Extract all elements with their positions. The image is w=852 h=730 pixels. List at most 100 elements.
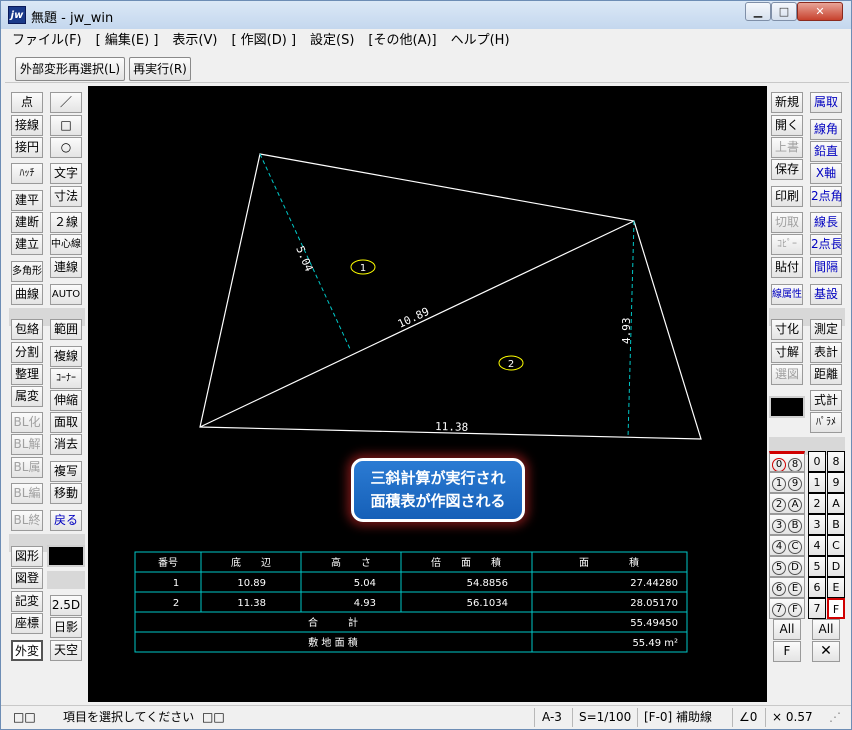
external-reselect-button[interactable]: 外部変形再選択(L) xyxy=(15,57,125,81)
left-line-color-swatch[interactable] xyxy=(47,545,85,567)
layer-c[interactable]: C xyxy=(827,535,845,556)
tool-distance[interactable]: 距離 xyxy=(810,364,842,385)
tool-auto[interactable]: AUTO xyxy=(50,284,82,305)
minimize-button[interactable]: ▁ xyxy=(745,2,771,21)
layer-7[interactable]: 7 xyxy=(808,598,826,619)
tool-save[interactable]: 保存 xyxy=(771,159,803,180)
tool-undo[interactable]: 戻る xyxy=(50,510,82,531)
menu-settings[interactable]: 設定(S) xyxy=(303,30,361,51)
tool-hatch[interactable]: ﾊｯﾁ xyxy=(11,163,43,184)
drawing-canvas[interactable]: 5.04 10.89 4.93 11.38 1 2 番号 底 辺 高 さ 倍 面… xyxy=(88,86,767,702)
tool-base-setting[interactable]: 基設 xyxy=(810,284,842,305)
tool-corner[interactable]: ｺｰﾅｰ xyxy=(50,368,82,389)
layer-b[interactable]: B xyxy=(827,514,845,535)
layer-group-0[interactable]: 08 xyxy=(769,451,805,472)
tool-text[interactable]: 文字 xyxy=(50,163,82,184)
tool-double-line[interactable]: ２線 xyxy=(50,212,82,233)
tool-record-change[interactable]: 記変 xyxy=(11,591,43,612)
tool-envelope[interactable]: 包絡 xyxy=(11,319,43,340)
tool-line-angle[interactable]: 線角 xyxy=(810,119,842,140)
tool-polygon[interactable]: 多角形 xyxy=(11,261,43,282)
status-layer[interactable]: [F-0] 補助線 xyxy=(644,709,712,726)
layer-1[interactable]: 1 xyxy=(808,472,826,493)
tool-dimension[interactable]: 寸法 xyxy=(50,186,82,207)
tool-offset[interactable]: 複線 xyxy=(50,346,82,367)
tool-2-point-angle[interactable]: 2点角 xyxy=(810,186,842,207)
layer-group-2[interactable]: 2A xyxy=(769,493,805,514)
tool-tangent-line[interactable]: 接線 xyxy=(11,115,43,136)
tool-figure[interactable]: 図形 xyxy=(11,546,43,567)
layer-d[interactable]: D xyxy=(827,556,845,577)
tool-chamfer[interactable]: 面取 xyxy=(50,412,82,433)
tool-block-make[interactable]: BL化 xyxy=(11,412,43,433)
tool-divide[interactable]: 分割 xyxy=(11,342,43,363)
layer-cancel-button[interactable]: ✕ xyxy=(812,641,840,662)
layer-2[interactable]: 2 xyxy=(808,493,826,514)
tool-shadow[interactable]: 日影 xyxy=(50,617,82,638)
tool-copy-clip[interactable]: ｺﾋﾟｰ xyxy=(771,234,803,255)
tool-measure[interactable]: 測定 xyxy=(810,319,842,340)
tool-curve[interactable]: 曲線 xyxy=(11,284,43,305)
right-line-color-swatch[interactable] xyxy=(769,396,805,418)
layer-all-button[interactable]: All xyxy=(812,619,840,640)
tool-building-elevation[interactable]: 建立 xyxy=(11,234,43,255)
status-paper-size[interactable]: A-3 xyxy=(542,709,562,726)
tool-block-explode[interactable]: BL解 xyxy=(11,434,43,455)
layer-group-f-button[interactable]: F xyxy=(773,641,801,662)
layer-group-1[interactable]: 19 xyxy=(769,472,805,493)
status-mid-icons[interactable]: □□ xyxy=(202,709,225,726)
tool-block-end[interactable]: BL終 xyxy=(11,510,43,531)
tool-range[interactable]: 範囲 xyxy=(50,319,82,340)
layer-f-active[interactable]: F xyxy=(827,598,845,619)
layer-9[interactable]: 9 xyxy=(827,472,845,493)
layer-5[interactable]: 5 xyxy=(808,556,826,577)
tool-rectangle[interactable]: □ xyxy=(50,115,82,136)
menu-edit[interactable]: [ 編集(E) ] xyxy=(89,30,166,51)
tool-building-plan[interactable]: 建平 xyxy=(11,190,43,211)
tool-dimension-make[interactable]: 寸化 xyxy=(771,319,803,340)
layer-group-4[interactable]: 4C xyxy=(769,535,805,556)
tool-new[interactable]: 新規 xyxy=(771,92,803,113)
menu-file[interactable]: ファイル(F) xyxy=(5,30,89,51)
layer-8[interactable]: 8 xyxy=(827,451,845,472)
tool-coordinate[interactable]: 座標 xyxy=(11,613,43,634)
tool-block-attribute[interactable]: BL属 xyxy=(11,457,43,478)
layer-3[interactable]: 3 xyxy=(808,514,826,535)
tool-print[interactable]: 印刷 xyxy=(771,186,803,207)
close-button[interactable]: ✕ xyxy=(797,2,843,21)
status-angle[interactable]: ∠0 xyxy=(739,709,757,726)
tool-paste[interactable]: 貼付 xyxy=(771,257,803,278)
tool-erase[interactable]: 消去 xyxy=(50,434,82,455)
menu-other[interactable]: [その他(A)] xyxy=(361,30,443,51)
tool-parameter[interactable]: ﾊﾟﾗﾒ xyxy=(810,412,842,433)
layer-group-6[interactable]: 6E xyxy=(769,577,805,598)
tool-figure-register[interactable]: 図登 xyxy=(11,568,43,589)
tool-spacing[interactable]: 間隔 xyxy=(810,257,842,278)
tool-2-5d[interactable]: 2.5D xyxy=(50,595,82,616)
status-zoom[interactable]: × 0.57 xyxy=(772,709,813,726)
tool-vertical[interactable]: 鉛直 xyxy=(810,141,842,162)
tool-open[interactable]: 開く xyxy=(771,115,803,136)
menu-help[interactable]: ヘルプ(H) xyxy=(444,30,517,51)
tool-2-point-length[interactable]: 2点長 xyxy=(810,234,842,255)
layer-group-all-button[interactable]: All xyxy=(773,619,801,640)
layer-group-5[interactable]: 5D xyxy=(769,556,805,577)
tool-circle[interactable]: ○ xyxy=(50,137,82,158)
tool-line-length[interactable]: 線長 xyxy=(810,212,842,233)
status-scale[interactable]: S=1/100 xyxy=(579,709,631,726)
tool-continuous-line[interactable]: 連線 xyxy=(50,257,82,278)
menu-view[interactable]: 表示(V) xyxy=(165,30,224,51)
tool-move[interactable]: 移動 xyxy=(50,483,82,504)
tool-formula-calc[interactable]: 式計 xyxy=(810,390,842,411)
tool-x-axis[interactable]: X軸 xyxy=(810,163,842,184)
layer-6[interactable]: 6 xyxy=(808,577,826,598)
tool-block-edit[interactable]: BL編 xyxy=(11,483,43,504)
menu-draw[interactable]: [ 作図(D) ] xyxy=(224,30,303,51)
tool-attribute-get[interactable]: 属取 xyxy=(810,92,842,113)
tool-building-section[interactable]: 建断 xyxy=(11,212,43,233)
resize-grip-icon[interactable]: ⋰ xyxy=(829,709,841,726)
layer-e[interactable]: E xyxy=(827,577,845,598)
layer-group-7[interactable]: 7F xyxy=(769,598,805,619)
tool-overwrite[interactable]: 上書 xyxy=(771,137,803,158)
tool-point[interactable]: 点 xyxy=(11,92,43,113)
